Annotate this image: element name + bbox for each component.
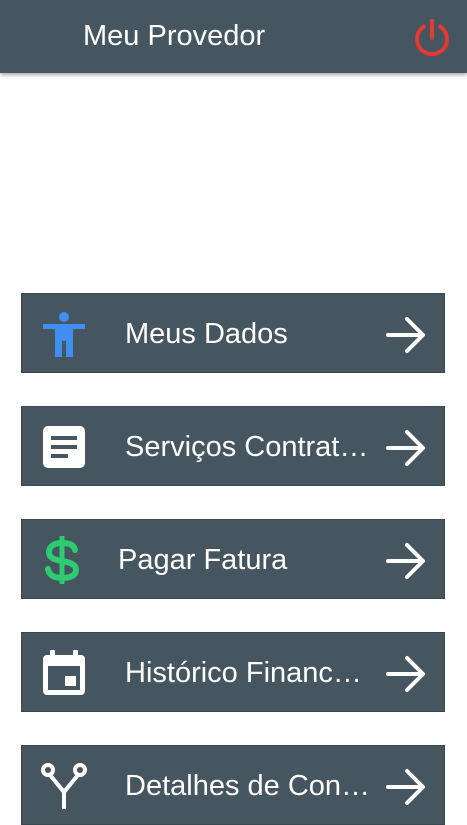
accessibility-person-icon <box>40 310 88 358</box>
connection-fork-icon <box>40 762 88 810</box>
calendar-icon <box>40 649 88 697</box>
menu-item-label: Histórico Financeiro <box>125 657 377 689</box>
menu-item-servicos-contratados[interactable]: Serviços Contratados <box>21 406 445 486</box>
arrow-right-icon <box>385 427 427 469</box>
menu-item-meus-dados[interactable]: Meus Dados <box>21 293 445 373</box>
menu-item-pagar-fatura[interactable]: Pagar Fatura <box>21 519 445 599</box>
power-icon <box>415 19 449 57</box>
app-bar: Meu Provedor <box>0 0 467 73</box>
menu-item-detalhes-de-conexao[interactable]: Detalhes de Conexão <box>21 745 445 825</box>
menu-item-label: Serviços Contratados <box>125 431 377 463</box>
arrow-right-icon <box>385 314 427 356</box>
logout-button[interactable] <box>410 16 454 60</box>
menu-item-label: Detalhes de Conexão <box>125 770 377 802</box>
document-text-icon <box>40 423 88 471</box>
menu-item-label: Pagar Fatura <box>118 544 288 576</box>
menu-item-label: Meus Dados <box>125 318 288 350</box>
menu-item-historico-financeiro[interactable]: Histórico Financeiro <box>21 632 445 712</box>
arrow-right-icon <box>385 766 427 808</box>
dollar-sign-icon <box>40 536 88 584</box>
arrow-right-icon <box>385 653 427 695</box>
arrow-right-icon <box>385 540 427 582</box>
app-title: Meu Provedor <box>83 20 266 52</box>
